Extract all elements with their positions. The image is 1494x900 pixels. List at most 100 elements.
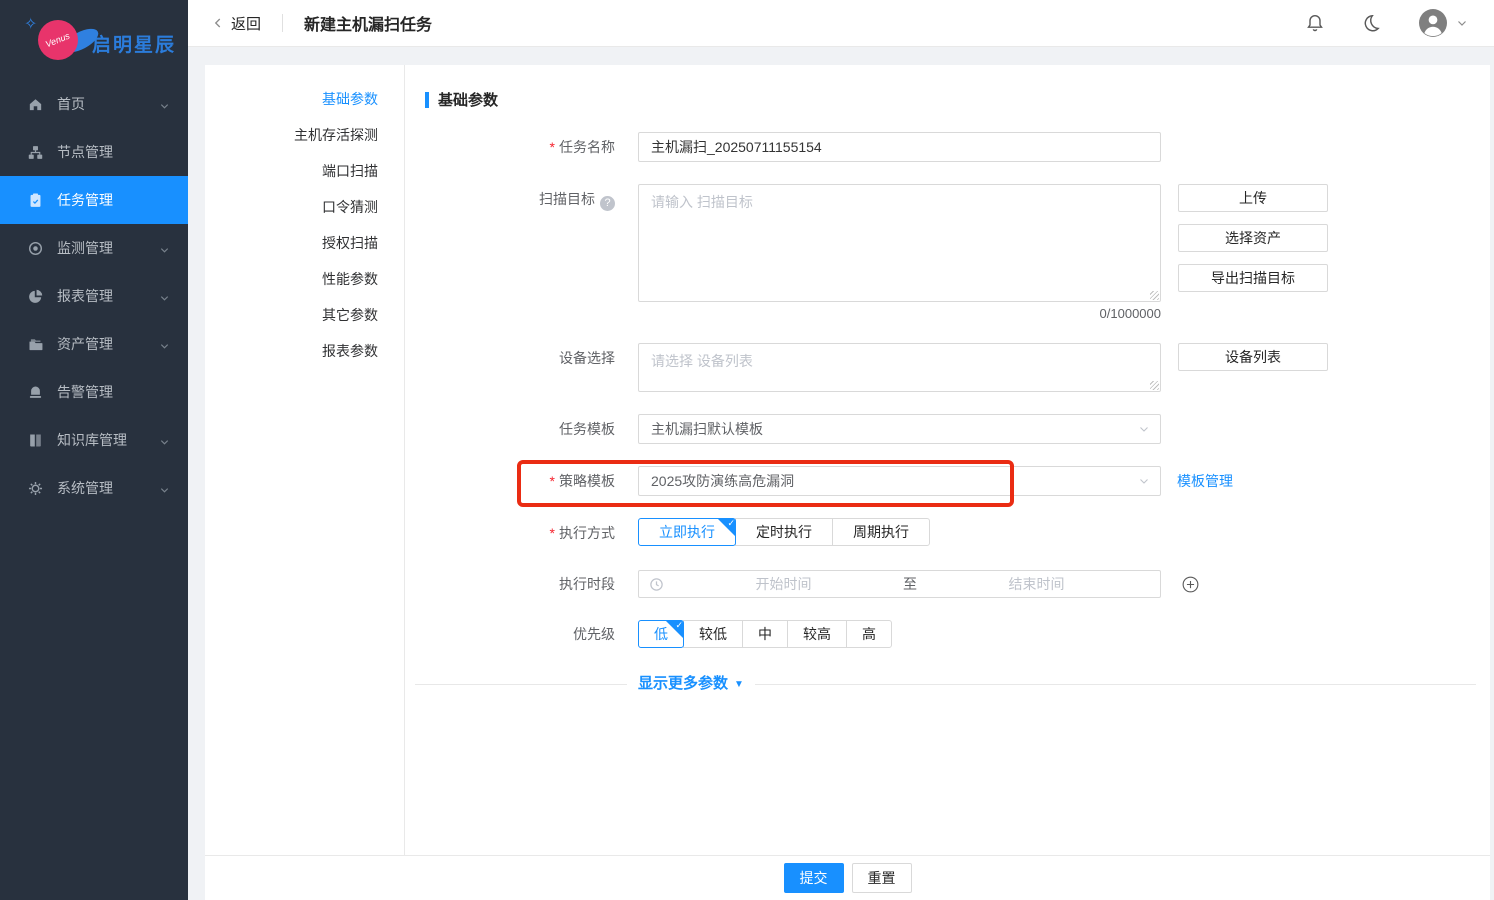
sidebar-item-label: 监测管理 [57, 238, 113, 258]
footer-action-bar: 提交 重置 [205, 855, 1490, 900]
exec-mode-label: 执行方式 [550, 525, 615, 541]
form-section-nav: 基础参数 主机存活探测 端口扫描 口令猜测 授权扫描 性能参数 其它参数 报表参… [205, 65, 405, 900]
caret-down-icon [728, 675, 744, 692]
device-select-label: 设备选择 [559, 350, 615, 366]
sidebar-nav: 首页 节点管理 任务管理 监测管理 报表管理 [0, 80, 188, 512]
device-select-textarea[interactable] [638, 343, 1161, 392]
help-icon[interactable] [600, 196, 615, 211]
show-more-params-link[interactable]: 显示更多参数 [627, 675, 755, 694]
sidebar-item-label: 首页 [57, 94, 85, 114]
sidebar-item-label: 知识库管理 [57, 430, 127, 450]
policy-template-select[interactable]: 2025攻防演练高危漏洞 [638, 466, 1161, 496]
exec-scheduled-button[interactable]: 定时执行 [735, 518, 833, 546]
end-time-placeholder: 结束时间 [923, 574, 1150, 594]
section-title-bar [425, 92, 429, 108]
page: ✧ Venus 启明星辰 首页 节点管理 任务管理 监测管理 [0, 0, 1494, 900]
more-params-row: 显示更多参数 [425, 675, 1476, 693]
nodes-icon [27, 144, 44, 161]
start-time-placeholder: 开始时间 [670, 574, 897, 594]
top-bar: 返回 新建主机漏扫任务 [188, 0, 1494, 47]
page-title: 新建主机漏扫任务 [304, 11, 432, 35]
user-avatar[interactable] [1419, 9, 1447, 37]
scan-target-label: 扫描目标 [539, 191, 595, 207]
priority-medium-button[interactable]: 中 [742, 620, 788, 648]
subnav-port-scan[interactable]: 端口扫描 [205, 153, 404, 189]
home-icon [27, 96, 44, 113]
row-scan-target: 扫描目标 0/1000000 上传 选择资产 导出扫描目标 [425, 184, 1490, 321]
select-assets-button[interactable]: 选择资产 [1178, 224, 1328, 252]
monitor-icon [27, 240, 44, 257]
subnav-report-params[interactable]: 报表参数 [205, 333, 404, 369]
add-period-icon[interactable] [1181, 575, 1200, 594]
report-icon [27, 288, 44, 305]
sidebar-item-nodes[interactable]: 节点管理 [0, 128, 188, 176]
task-template-value: 主机漏扫默认模板 [651, 419, 763, 439]
subnav-auth-scan[interactable]: 授权扫描 [205, 225, 404, 261]
char-counter: 0/1000000 [638, 306, 1161, 321]
priority-high-button[interactable]: 高 [846, 620, 892, 648]
sidebar-item-home[interactable]: 首页 [0, 80, 188, 128]
chevron-down-icon [159, 483, 170, 494]
alarm-icon [27, 384, 44, 401]
task-template-label: 任务模板 [559, 421, 615, 437]
period-separator: 至 [897, 574, 923, 594]
row-exec-period: 执行时段 开始时间 至 结束时间 [425, 570, 1490, 598]
check-icon [718, 519, 735, 536]
export-targets-button[interactable]: 导出扫描目标 [1178, 264, 1328, 292]
knowledge-icon [27, 432, 44, 449]
back-button[interactable]: 返回 [212, 13, 261, 34]
subnav-host-alive[interactable]: 主机存活探测 [205, 117, 404, 153]
resize-handle[interactable] [1150, 291, 1159, 300]
resize-handle[interactable] [1150, 381, 1159, 390]
sidebar-item-alerts[interactable]: 告警管理 [0, 368, 188, 416]
sidebar-item-reports[interactable]: 报表管理 [0, 272, 188, 320]
device-list-button[interactable]: 设备列表 [1178, 343, 1328, 371]
subnav-password-guess[interactable]: 口令猜测 [205, 189, 404, 225]
reset-button[interactable]: 重置 [852, 863, 912, 893]
dark-mode-moon-icon[interactable] [1361, 13, 1381, 33]
priority-lower-button[interactable]: 较低 [683, 620, 743, 648]
sidebar-item-label: 资产管理 [57, 334, 113, 354]
sidebar-item-assets[interactable]: 资产管理 [0, 320, 188, 368]
subnav-other-params[interactable]: 其它参数 [205, 297, 404, 333]
exec-periodic-button[interactable]: 周期执行 [832, 518, 930, 546]
notification-bell-icon[interactable] [1305, 13, 1325, 33]
star-icon: ✧ [24, 14, 37, 34]
chevron-down-icon [1138, 475, 1150, 487]
sidebar-item-system[interactable]: 系统管理 [0, 464, 188, 512]
submit-button[interactable]: 提交 [784, 863, 844, 893]
exec-period-input[interactable]: 开始时间 至 结束时间 [638, 570, 1161, 598]
clock-icon [649, 577, 664, 592]
subnav-basic-params[interactable]: 基础参数 [205, 81, 404, 117]
sidebar-item-label: 任务管理 [57, 190, 113, 210]
sidebar-item-tasks[interactable]: 任务管理 [0, 176, 188, 224]
template-manage-link[interactable]: 模板管理 [1177, 466, 1233, 496]
subnav-performance[interactable]: 性能参数 [205, 261, 404, 297]
row-task-name: 任务名称 [425, 132, 1490, 162]
scan-target-textarea[interactable] [638, 184, 1161, 302]
priority-group: 低 较低 中 较高 高 [638, 620, 892, 648]
brand-name: 启明星辰 [92, 30, 176, 57]
user-menu-chevron-icon[interactable] [1456, 17, 1468, 29]
venus-logo-icon: ✧ Venus [38, 18, 102, 66]
task-name-label: 任务名称 [550, 139, 615, 155]
task-template-select[interactable]: 主机漏扫默认模板 [638, 414, 1161, 444]
priority-higher-button[interactable]: 较高 [787, 620, 847, 648]
divider-line [415, 684, 1476, 685]
priority-low-button[interactable]: 低 [638, 620, 684, 648]
upload-button[interactable]: 上传 [1178, 184, 1328, 212]
tasks-icon [27, 192, 44, 209]
sidebar-item-label: 告警管理 [57, 382, 113, 402]
chevron-left-icon [212, 17, 224, 29]
chevron-down-icon [159, 291, 170, 302]
system-gear-icon [27, 480, 44, 497]
task-name-input[interactable] [638, 132, 1161, 162]
row-device-select: 设备选择 设备列表 [425, 343, 1490, 392]
exec-immediate-button[interactable]: 立即执行 [638, 518, 736, 546]
section-title: 基础参数 [425, 89, 1490, 110]
sidebar-item-knowledge[interactable]: 知识库管理 [0, 416, 188, 464]
sidebar-item-label: 系统管理 [57, 478, 113, 498]
chevron-down-icon [1138, 423, 1150, 435]
chevron-down-icon [159, 435, 170, 446]
sidebar-item-monitor[interactable]: 监测管理 [0, 224, 188, 272]
